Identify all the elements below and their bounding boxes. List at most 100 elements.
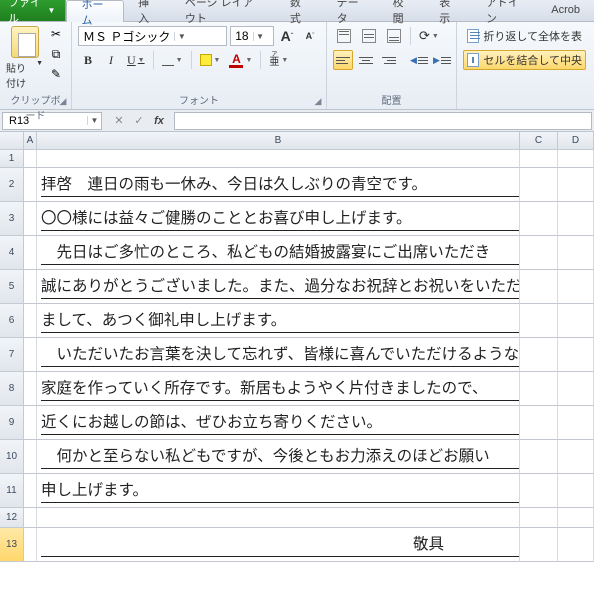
cell-D7[interactable] bbox=[558, 338, 594, 372]
cell-D9[interactable] bbox=[558, 406, 594, 440]
formula-content[interactable] bbox=[174, 112, 592, 130]
cell-D5[interactable] bbox=[558, 270, 594, 304]
col-header-B[interactable]: B bbox=[37, 132, 520, 150]
format-painter-button[interactable]: ✎ bbox=[47, 66, 65, 82]
cell-A13[interactable] bbox=[24, 528, 37, 562]
shrink-font-button[interactable]: Aˇ bbox=[300, 26, 320, 46]
cell-B4[interactable]: 先日はご多忙のところ、私どもの結婚披露宴にご出席いただき bbox=[37, 236, 520, 270]
tab-review[interactable]: 校閲 bbox=[379, 0, 426, 21]
font-name-combo[interactable]: ＭＳ Ｐゴシック ▼ bbox=[78, 26, 227, 46]
cell-C11[interactable] bbox=[520, 474, 558, 508]
cell-A7[interactable] bbox=[24, 338, 37, 372]
tab-addins[interactable]: アドイン bbox=[472, 0, 537, 21]
phonetic-button[interactable]: ア亜▼ bbox=[266, 50, 291, 70]
cell-B3[interactable]: 〇〇様には益々ご健勝のこととお喜び申し上げます。 bbox=[37, 202, 520, 236]
tab-view[interactable]: 表示 bbox=[425, 0, 472, 21]
font-size-combo[interactable]: 18 ▼ bbox=[230, 26, 274, 46]
chevron-down-icon[interactable]: ▼ bbox=[87, 116, 101, 125]
cell-B6[interactable]: まして、あつく御礼申し上げます。 bbox=[37, 304, 520, 338]
cell-B11[interactable]: 申し上げます。 bbox=[37, 474, 520, 508]
orientation-button[interactable]: ⟳▼ bbox=[416, 26, 442, 46]
cell-A10[interactable] bbox=[24, 440, 37, 474]
cell-D13[interactable] bbox=[558, 528, 594, 562]
bold-button[interactable]: B bbox=[78, 50, 98, 70]
row-header-5[interactable]: 5 bbox=[0, 270, 24, 304]
cell-B5[interactable]: 誠にありがとうございました。また、過分なお祝辞とお祝いをいただき bbox=[37, 270, 520, 304]
font-color-button[interactable]: A▼ bbox=[226, 50, 255, 70]
row-header-11[interactable]: 11 bbox=[0, 474, 24, 508]
row-header-13[interactable]: 13 bbox=[0, 528, 24, 562]
cell-C5[interactable] bbox=[520, 270, 558, 304]
row-header-10[interactable]: 10 bbox=[0, 440, 24, 474]
wrap-text-button[interactable]: 折り返して全体を表 bbox=[463, 26, 586, 46]
grow-font-button[interactable]: Aˆ bbox=[277, 26, 297, 46]
tab-page-layout[interactable]: ページ レイアウト bbox=[171, 0, 276, 21]
cell-D1[interactable] bbox=[558, 150, 594, 168]
merge-center-button[interactable]: セルを結合して中央 bbox=[463, 50, 586, 70]
cell-D11[interactable] bbox=[558, 474, 594, 508]
cell-D4[interactable] bbox=[558, 236, 594, 270]
cell-D8[interactable] bbox=[558, 372, 594, 406]
cell-B12[interactable] bbox=[37, 508, 520, 528]
align-bottom-button[interactable] bbox=[383, 26, 405, 46]
copy-button[interactable]: ⧉ bbox=[47, 46, 65, 62]
cell-B10[interactable]: 何かと至らない私どもですが、今後ともお力添えのほどお願い bbox=[37, 440, 520, 474]
chevron-down-icon[interactable]: ▼ bbox=[253, 32, 267, 41]
cell-C3[interactable] bbox=[520, 202, 558, 236]
cell-A9[interactable] bbox=[24, 406, 37, 440]
cut-button[interactable]: ✂ bbox=[47, 26, 65, 42]
chevron-down-icon[interactable]: ▼ bbox=[174, 32, 188, 41]
align-center-button[interactable] bbox=[356, 50, 376, 70]
row-header-7[interactable]: 7 bbox=[0, 338, 24, 372]
cell-D10[interactable] bbox=[558, 440, 594, 474]
clipboard-dialog-launcher[interactable]: ◢ bbox=[57, 95, 69, 107]
cell-C8[interactable] bbox=[520, 372, 558, 406]
cell-A3[interactable] bbox=[24, 202, 37, 236]
cell-A5[interactable] bbox=[24, 270, 37, 304]
cell-A11[interactable] bbox=[24, 474, 37, 508]
cancel-formula-button[interactable]: ✕ bbox=[110, 113, 128, 129]
align-right-button[interactable] bbox=[379, 50, 399, 70]
underline-button[interactable]: U▼ bbox=[124, 50, 148, 70]
row-header-3[interactable]: 3 bbox=[0, 202, 24, 236]
tab-file[interactable]: ファイル ▼ bbox=[0, 0, 66, 21]
row-header-6[interactable]: 6 bbox=[0, 304, 24, 338]
cell-C13[interactable] bbox=[520, 528, 558, 562]
tab-home[interactable]: ホーム bbox=[66, 0, 124, 22]
cell-A2[interactable] bbox=[24, 168, 37, 202]
align-top-button[interactable] bbox=[333, 26, 355, 46]
tab-formulas[interactable]: 数式 bbox=[276, 0, 323, 21]
cell-A8[interactable] bbox=[24, 372, 37, 406]
decrease-indent-button[interactable]: ◀ bbox=[409, 50, 429, 70]
cell-C4[interactable] bbox=[520, 236, 558, 270]
font-dialog-launcher[interactable]: ◢ bbox=[312, 95, 324, 107]
cell-D6[interactable] bbox=[558, 304, 594, 338]
cell-A6[interactable] bbox=[24, 304, 37, 338]
cell-A4[interactable] bbox=[24, 236, 37, 270]
align-middle-button[interactable] bbox=[358, 26, 380, 46]
italic-button[interactable]: I bbox=[101, 50, 121, 70]
cell-C2[interactable] bbox=[520, 168, 558, 202]
row-header-4[interactable]: 4 bbox=[0, 236, 24, 270]
cell-B13[interactable]: 敬具 bbox=[37, 528, 520, 562]
cell-D3[interactable] bbox=[558, 202, 594, 236]
row-header-2[interactable]: 2 bbox=[0, 168, 24, 202]
cell-C1[interactable] bbox=[520, 150, 558, 168]
cell-C7[interactable] bbox=[520, 338, 558, 372]
col-header-C[interactable]: C bbox=[520, 132, 558, 150]
paste-button[interactable]: 貼り付け▼ bbox=[6, 26, 43, 90]
select-all-corner[interactable] bbox=[0, 132, 24, 150]
row-header-9[interactable]: 9 bbox=[0, 406, 24, 440]
col-header-D[interactable]: D bbox=[558, 132, 594, 150]
cell-B9[interactable]: 近くにお越しの節は、ぜひお立ち寄りください。 bbox=[37, 406, 520, 440]
enter-formula-button[interactable]: ✓ bbox=[130, 113, 148, 129]
col-header-A[interactable]: A bbox=[24, 132, 37, 150]
fill-color-button[interactable]: ▼ bbox=[197, 50, 224, 70]
tab-data[interactable]: データ bbox=[323, 0, 379, 21]
insert-function-button[interactable]: fx bbox=[150, 113, 168, 129]
cell-B1[interactable] bbox=[37, 150, 520, 168]
cell-C9[interactable] bbox=[520, 406, 558, 440]
row-header-12[interactable]: 12 bbox=[0, 508, 24, 528]
row-header-1[interactable]: 1 bbox=[0, 150, 24, 168]
cell-A12[interactable] bbox=[24, 508, 37, 528]
